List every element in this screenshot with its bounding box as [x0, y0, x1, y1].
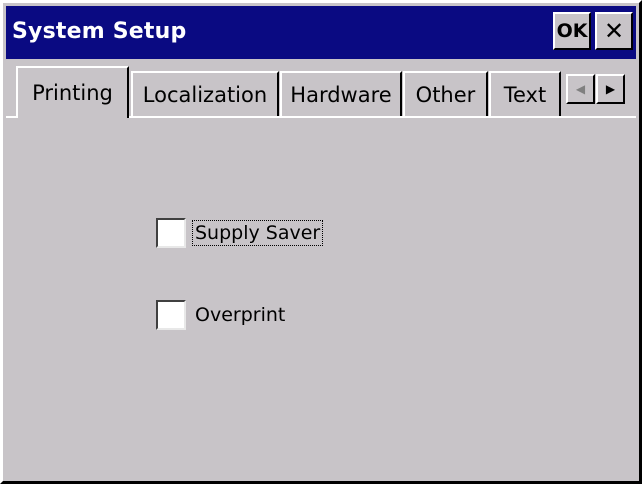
- tab-label: Hardware: [290, 82, 392, 107]
- tab-text[interactable]: Text: [489, 71, 561, 116]
- chevron-left-icon: ◀: [575, 82, 586, 96]
- tab-label: Text: [503, 82, 547, 107]
- ok-button[interactable]: OK: [553, 12, 591, 50]
- tab-scroll-left-button[interactable]: ◀: [566, 74, 595, 104]
- close-button[interactable]: ✕: [595, 12, 633, 50]
- tab-localization[interactable]: Localization: [131, 71, 279, 116]
- overprint-option[interactable]: Overprint: [156, 300, 287, 330]
- tab-label: Localization: [142, 82, 268, 107]
- overprint-checkbox[interactable]: [156, 300, 186, 330]
- tab-label: Other: [415, 82, 476, 107]
- close-icon: ✕: [603, 17, 625, 45]
- tab-other[interactable]: Other: [403, 71, 488, 116]
- title-bar: System Setup OK ✕: [6, 6, 636, 59]
- printing-panel: Supply Saver Overprint: [6, 118, 636, 481]
- chevron-right-icon: ▶: [605, 82, 616, 96]
- tab-label: Printing: [32, 81, 113, 105]
- window-title: System Setup: [12, 19, 187, 44]
- tab-printing[interactable]: Printing: [16, 66, 129, 118]
- overprint-label[interactable]: Overprint: [193, 303, 287, 327]
- supply-saver-label[interactable]: Supply Saver: [191, 220, 324, 246]
- system-setup-window: System Setup OK ✕ Printing Localization …: [0, 0, 642, 484]
- tab-scroll-right-button[interactable]: ▶: [596, 74, 625, 104]
- supply-saver-checkbox[interactable]: [156, 218, 186, 248]
- supply-saver-option[interactable]: Supply Saver: [156, 218, 324, 248]
- tab-hardware[interactable]: Hardware: [280, 71, 402, 116]
- tab-strip: Printing Localization Hardware Other Tex…: [6, 61, 636, 118]
